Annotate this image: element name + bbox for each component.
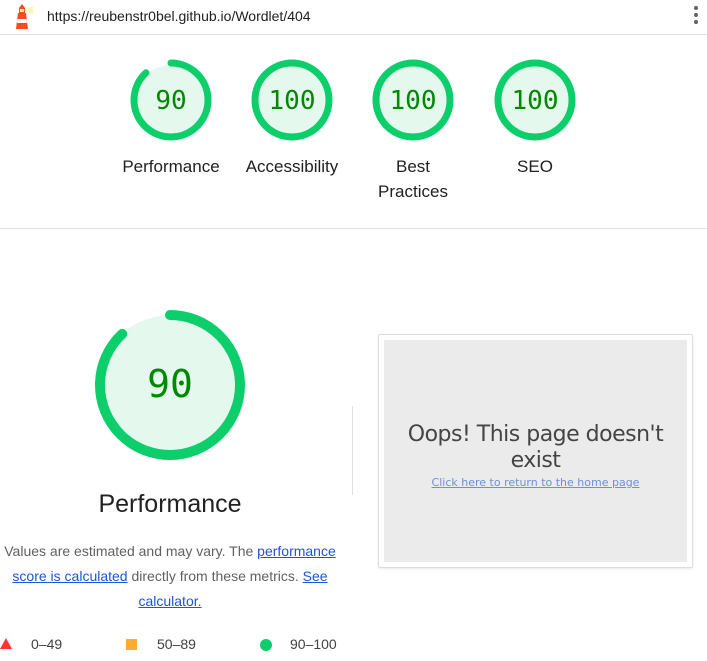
desc-text-1: Values are estimated and may vary. The (4, 543, 258, 559)
gauge-performance-label[interactable]: Performance (106, 154, 236, 179)
screenshot-content: Oops! This page doesn't exist Click here… (384, 340, 687, 562)
gauge-accessibility[interactable]: 100 (251, 59, 333, 141)
legend-fail: 0–49 (31, 636, 63, 652)
gauge-seo-value: 100 (512, 86, 559, 116)
kebab-menu-icon[interactable] (690, 4, 702, 28)
gauge-best-practices-label[interactable]: Best Practices (365, 154, 461, 204)
pass-circle-icon (260, 639, 272, 651)
performance-title: Performance (98, 490, 242, 518)
final-screenshot[interactable]: Oops! This page doesn't exist Click here… (378, 334, 693, 568)
performance-score: 90 (147, 362, 193, 406)
gauge-accessibility-label[interactable]: Accessibility (227, 154, 357, 179)
average-square-icon (126, 639, 137, 650)
screenshot-heading: Oops! This page doesn't exist (407, 422, 664, 473)
legend-pass: 90–100 (290, 636, 337, 652)
performance-gauge: 90 (95, 310, 245, 460)
gauge-best-practices[interactable]: 100 (372, 59, 454, 141)
legend-average: 50–89 (157, 636, 196, 652)
vertical-divider (352, 406, 353, 495)
gauge-seo-label[interactable]: SEO (470, 154, 600, 179)
gauge-performance[interactable]: 90 (130, 59, 212, 141)
gauge-seo[interactable]: 100 (494, 59, 576, 141)
gauge-accessibility-value: 100 (269, 86, 316, 116)
page-url: https://reubenstr0bel.github.io/Wordlet/… (47, 8, 311, 24)
fail-triangle-icon (0, 638, 12, 649)
top-bar: https://reubenstr0bel.github.io/Wordlet/… (0, 0, 707, 35)
screenshot-home-link: Click here to return to the home page (431, 476, 640, 489)
lighthouse-icon (16, 4, 33, 29)
section-divider (0, 228, 707, 229)
gauge-performance-value: 90 (155, 86, 186, 116)
performance-description: Values are estimated and may vary. The p… (0, 539, 340, 614)
desc-text-2: directly from these metrics. (127, 568, 303, 584)
gauge-best-practices-value: 100 (390, 86, 437, 116)
